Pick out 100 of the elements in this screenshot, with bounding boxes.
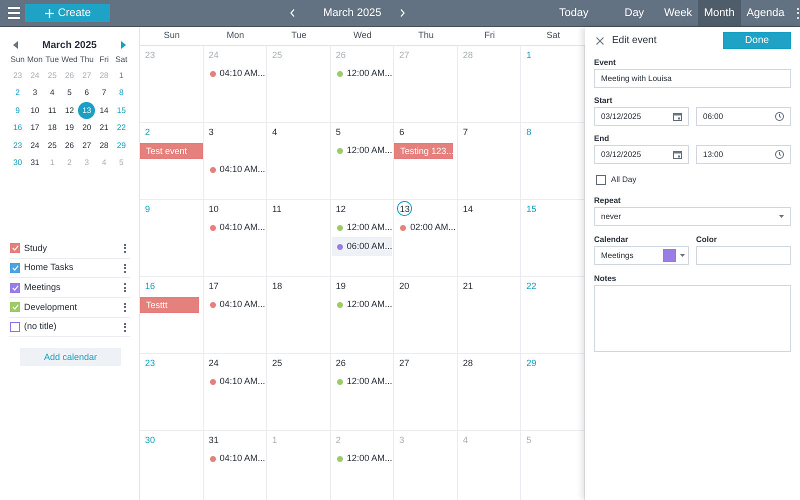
- day-number: 8: [526, 126, 532, 138]
- mini-calendar-day[interactable]: 17: [26, 120, 44, 137]
- day-number: 28: [462, 357, 473, 369]
- mini-calendar-day[interactable]: 19: [60, 120, 78, 137]
- mini-calendar-day[interactable]: 5: [60, 84, 78, 102]
- view-tab[interactable]: Month: [698, 0, 741, 26]
- menu-icon[interactable]: [8, 7, 20, 19]
- event-item[interactable]: 04:10 AM...: [204, 372, 266, 391]
- calendar-name: Meetings: [24, 280, 62, 294]
- calendar-checkbox[interactable]: [10, 282, 20, 293]
- day-number: 5: [526, 434, 532, 446]
- panel-title: Edit event: [612, 34, 658, 48]
- event-item[interactable]: 04:10 AM...: [204, 64, 266, 83]
- mini-calendar-day[interactable]: 20: [78, 120, 96, 137]
- day-number: 3: [208, 126, 214, 138]
- day-number: 17: [208, 280, 219, 292]
- notes-field[interactable]: [594, 285, 791, 352]
- event-item[interactable]: 12:00 AM...: [332, 64, 392, 83]
- event-item[interactable]: 12:00 AM...: [332, 372, 392, 391]
- color-field[interactable]: [696, 246, 791, 265]
- mini-calendar-day[interactable]: 27: [78, 137, 96, 154]
- event-time: 06:00 AM...: [346, 240, 392, 253]
- event-name-field[interactable]: Meeting with Louisa: [594, 69, 791, 88]
- close-icon[interactable]: [596, 36, 604, 44]
- today-button[interactable]: Today: [555, 0, 592, 26]
- day-number: 23: [145, 49, 156, 61]
- caret-icon: [779, 215, 784, 218]
- mini-calendar-day[interactable]: 3: [26, 84, 44, 102]
- event-item[interactable]: 04:10 AM...: [204, 295, 266, 314]
- calendar-checkbox[interactable]: [10, 243, 20, 254]
- weekday-label: Thu: [78, 54, 95, 66]
- weekday-header: Fri: [483, 29, 496, 42]
- mini-calendar-day[interactable]: 26: [60, 137, 78, 154]
- caret-icon: [680, 254, 685, 257]
- weekday-label: Sat: [114, 54, 128, 66]
- weekday-label: Sun: [10, 54, 26, 66]
- mini-calendar-day[interactable]: 4: [44, 84, 61, 102]
- weekday-header: Thu: [417, 29, 435, 42]
- day-number: 13: [397, 201, 412, 216]
- calendar-icon: [673, 150, 682, 159]
- event-time: 12:00 AM...: [346, 220, 392, 234]
- day-number: 6: [399, 126, 404, 138]
- calendar-checkbox[interactable]: [10, 263, 20, 274]
- day-number: 10: [208, 203, 219, 215]
- event-item[interactable]: 12:00 AM...: [332, 218, 392, 237]
- view-tab[interactable]: Agenda: [740, 0, 790, 26]
- event-item[interactable]: 02:00 AM...: [395, 218, 456, 237]
- calendar-icon: [673, 112, 682, 121]
- event-item[interactable]: 06:00 AM...: [332, 237, 392, 256]
- event-item[interactable]: 04:10 AM...: [204, 160, 266, 179]
- event-item[interactable]: 12:00 AM...: [332, 449, 392, 468]
- repeat-select[interactable]: never: [594, 207, 791, 226]
- calendar-select[interactable]: Meetings: [594, 246, 689, 265]
- time-field[interactable]: 06:00: [696, 107, 791, 126]
- mini-calendar-day[interactable]: 31: [26, 154, 44, 172]
- mini-calendar-day[interactable]: 18: [44, 120, 61, 137]
- calendar-checkbox[interactable]: [10, 322, 20, 332]
- event-item[interactable]: 12:00 AM...: [332, 295, 392, 314]
- event-time: 12:00 AM...: [346, 144, 392, 157]
- field-label: Color: [696, 234, 717, 245]
- day-number: 27: [399, 49, 410, 61]
- date-field[interactable]: 03/12/2025: [594, 107, 689, 126]
- view-tab[interactable]: Day: [618, 0, 650, 26]
- event-item[interactable]: 04:10 AM...: [204, 218, 266, 237]
- date-field[interactable]: 03/12/2025: [594, 145, 689, 164]
- mini-calendar-day[interactable]: 24: [26, 137, 44, 154]
- more-icon[interactable]: [796, 8, 800, 18]
- day-number: 2: [145, 126, 150, 138]
- mini-calendar-day[interactable]: 28: [96, 137, 113, 154]
- day-number: 15: [526, 203, 536, 215]
- day-number: 1: [272, 434, 278, 446]
- mini-calendar-day[interactable]: 25: [44, 137, 61, 154]
- calendar-checkbox[interactable]: [10, 302, 20, 312]
- view-tab[interactable]: Week: [658, 0, 698, 26]
- event-item[interactable]: 04:10 AM...: [204, 449, 266, 468]
- mini-calendar-day[interactable]: 21: [96, 120, 113, 137]
- chevron-left-icon: [290, 9, 296, 17]
- mini-calendar-day[interactable]: 14: [96, 102, 113, 120]
- previous-month-button[interactable]: [13, 41, 19, 49]
- weekday-label: Tue: [44, 54, 60, 66]
- mini-calendar-day[interactable]: 10: [26, 102, 44, 120]
- next-month-button[interactable]: [120, 41, 126, 49]
- mini-calendar-day[interactable]: 12: [60, 102, 78, 120]
- mini-calendar-day[interactable]: 7: [96, 84, 113, 102]
- day-number: 4: [272, 126, 278, 138]
- day-number: 7: [462, 126, 468, 138]
- time-field[interactable]: 13:00: [696, 145, 791, 164]
- day-number: 27: [399, 357, 410, 369]
- field-label: Notes: [594, 273, 618, 284]
- all-day-checkbox[interactable]: [596, 175, 606, 185]
- event-item[interactable]: 12:00 AM...: [332, 141, 392, 160]
- day-number: 19: [336, 280, 346, 292]
- day-number: 16: [145, 280, 156, 292]
- day-number: 4: [462, 434, 468, 446]
- mini-calendar-day[interactable]: 11: [44, 102, 61, 120]
- day-number: 21: [462, 280, 473, 292]
- field-label: Start: [594, 95, 614, 106]
- day-number: 18: [272, 280, 282, 292]
- mini-calendar-day[interactable]: 6: [78, 84, 96, 102]
- day-number: 23: [145, 357, 156, 369]
